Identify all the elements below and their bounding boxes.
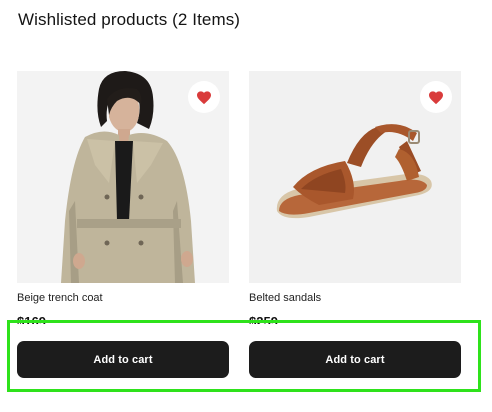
wishlist-heart-button[interactable] — [420, 81, 452, 113]
wishlist-heart-button[interactable] — [188, 81, 220, 113]
add-to-cart-button[interactable]: Add to cart — [249, 341, 461, 378]
product-price: $259 — [249, 315, 278, 324]
product-card: Belted sandals $259 Add to cart — [249, 71, 461, 378]
product-name[interactable]: Belted sandals — [249, 291, 321, 305]
heart-icon — [197, 90, 211, 104]
add-to-cart-button[interactable]: Add to cart — [17, 341, 229, 378]
product-image[interactable] — [17, 71, 229, 283]
page-title: Wishlisted products (2 Items) — [18, 10, 241, 29]
product-image[interactable] — [249, 71, 461, 283]
product-price: $169 — [17, 315, 46, 324]
product-card: Beige trench coat $169 Add to cart — [17, 71, 229, 378]
product-name[interactable]: Beige trench coat — [17, 291, 103, 305]
heart-icon — [429, 90, 443, 104]
wishlist-page: Wishlisted products (2 Items) Beige tren… — [0, 0, 492, 412]
